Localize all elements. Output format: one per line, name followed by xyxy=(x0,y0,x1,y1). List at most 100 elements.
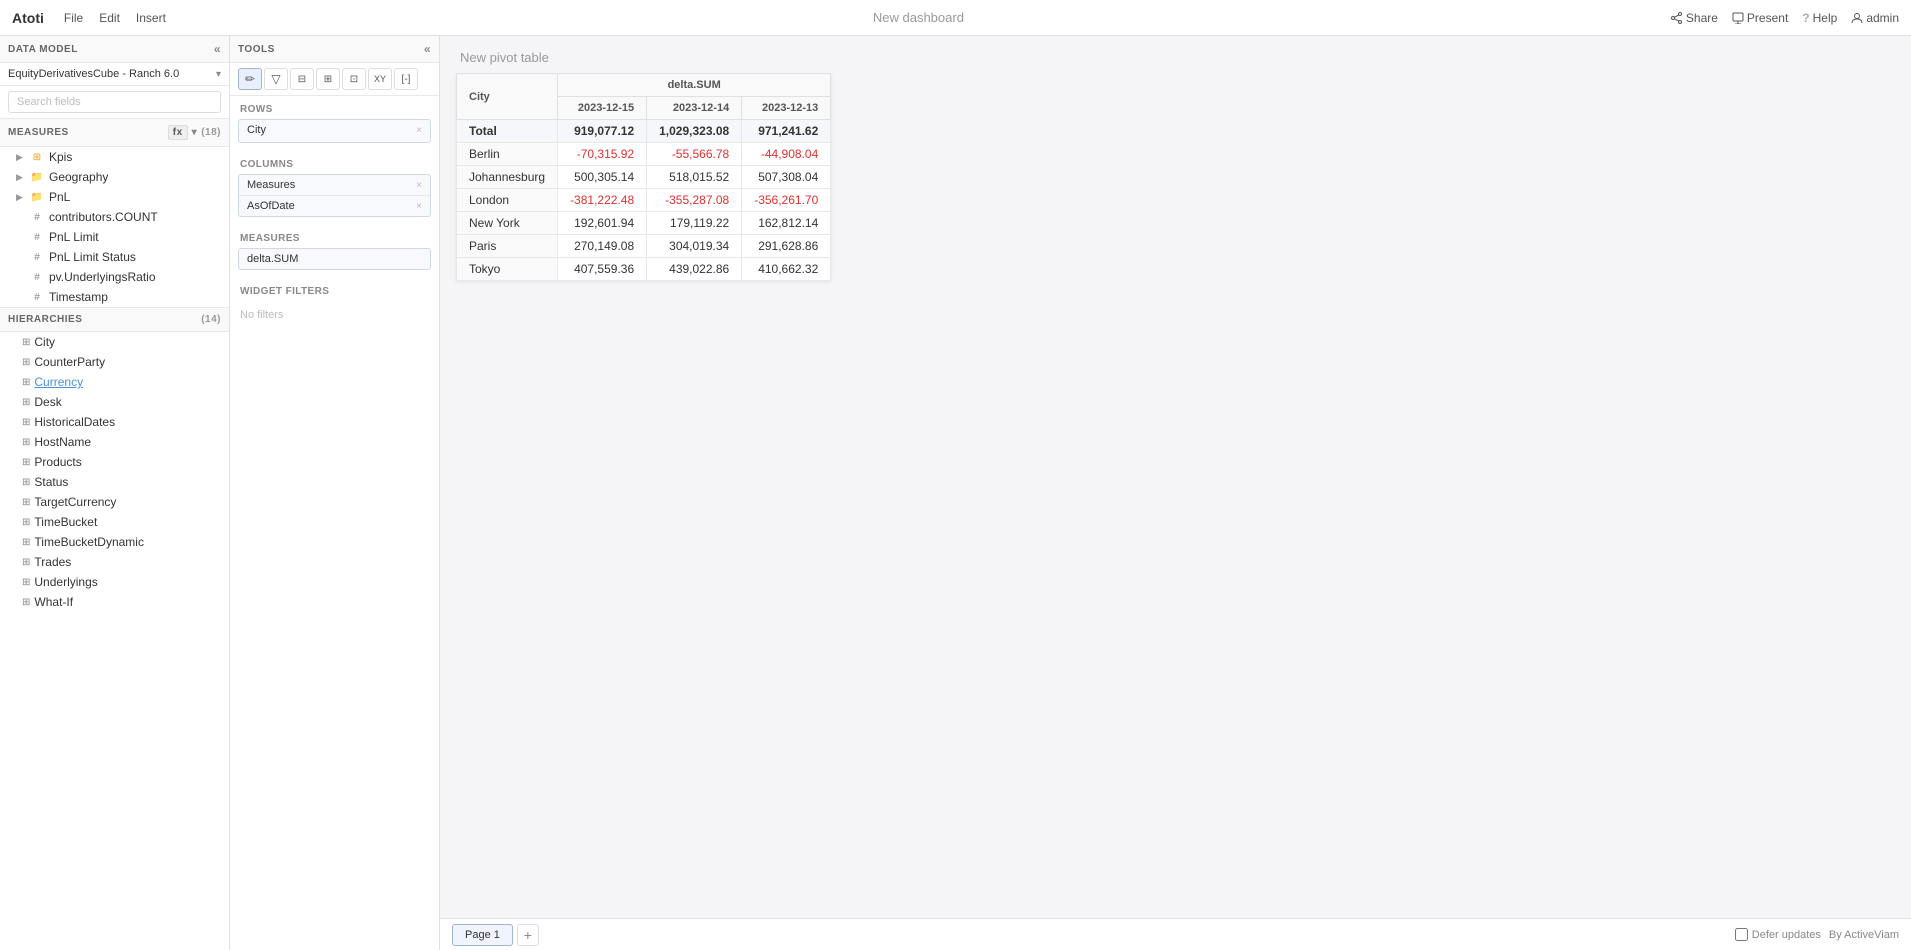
hier-item-underlyings[interactable]: ▶ ⊞ Underlyings xyxy=(0,572,229,592)
measures-chip-delta[interactable]: delta.SUM xyxy=(238,248,431,270)
tool-xy-button[interactable]: XY xyxy=(368,68,392,90)
counterparty-hier-icon: ⊞ xyxy=(22,357,30,368)
value-cell: 1,029,323.08 xyxy=(647,120,742,143)
columns-chip-asofdate[interactable]: AsOfDate × xyxy=(239,196,430,216)
no-filters-text: No filters xyxy=(240,305,429,325)
contributors-hash-icon: # xyxy=(30,212,44,223)
fx-button[interactable]: fx xyxy=(168,125,188,140)
tool-bracket-button[interactable]: [-] xyxy=(394,68,418,90)
hier-item-targetcurrency[interactable]: ▶ ⊞ TargetCurrency xyxy=(0,492,229,512)
measures-item-pnl-limit-status[interactable]: ▶ # PnL Limit Status xyxy=(0,247,229,267)
present-icon xyxy=(1732,12,1744,24)
present-button[interactable]: Present xyxy=(1732,11,1788,25)
menu-insert[interactable]: Insert xyxy=(136,11,166,25)
city-cell: Paris xyxy=(457,235,558,258)
by-activeviam: By ActiveViam xyxy=(1829,929,1899,941)
hier-item-status[interactable]: ▶ ⊞ Status xyxy=(0,472,229,492)
col-header-delta: delta.SUM xyxy=(558,74,831,97)
tool-grid-button[interactable]: ⊡ xyxy=(342,68,366,90)
kpis-arrow-icon: ▶ xyxy=(16,152,26,163)
pnl-limit-label: PnL Limit xyxy=(49,230,99,244)
pivot-title: New pivot table xyxy=(440,36,1911,73)
share-button[interactable]: Share xyxy=(1671,11,1718,25)
hier-item-hostname[interactable]: ▶ ⊞ HostName xyxy=(0,432,229,452)
measures-header-actions: fx ▾ (18) xyxy=(168,125,221,140)
hier-item-whatif[interactable]: ▶ ⊞ What-If xyxy=(0,592,229,612)
desk-hier-icon: ⊞ xyxy=(22,397,30,408)
pnl-label: PnL xyxy=(49,190,70,204)
value-cell: 407,559.36 xyxy=(558,258,647,281)
tool-pencil-button[interactable]: ✏ xyxy=(238,68,262,90)
city-cell: Total xyxy=(457,120,558,143)
timebucketdynamic-label: TimeBucketDynamic xyxy=(34,535,144,549)
hier-item-counterparty[interactable]: ▶ ⊞ CounterParty xyxy=(0,352,229,372)
measures-item-kpis[interactable]: ▶ ⊞ Kpis xyxy=(0,147,229,167)
add-page-button[interactable]: + xyxy=(517,924,539,946)
timebucketdynamic-hier-icon: ⊞ xyxy=(22,537,30,548)
menu-file[interactable]: File xyxy=(64,11,83,25)
widget-filters-label: Widget filters xyxy=(230,278,439,301)
city-cell: Tokyo xyxy=(457,258,558,281)
hier-item-products[interactable]: ▶ ⊞ Products xyxy=(0,452,229,472)
search-input[interactable] xyxy=(8,91,221,113)
columns-drop-area: Measures × AsOfDate × xyxy=(238,174,431,217)
right-panel: New pivot table City delta.SUM 2023-12-1… xyxy=(440,36,1911,950)
measures-item-pnl-limit[interactable]: ▶ # PnL Limit xyxy=(0,227,229,247)
tools-collapse-button[interactable]: « xyxy=(424,42,431,56)
measures-section: MEASURES fx ▾ (18) ▶ ⊞ Kpis ▶ 📁 Geograph… xyxy=(0,119,229,307)
hier-item-timebucket[interactable]: ▶ ⊞ TimeBucket xyxy=(0,512,229,532)
measures-item-pv-underlyings[interactable]: ▶ # pv.UnderlyingsRatio xyxy=(0,267,229,287)
measures-label: MEASURES xyxy=(8,127,69,138)
col-header-date-2: 2023-12-13 xyxy=(742,97,831,120)
columns-chip-measures[interactable]: Measures × xyxy=(239,175,430,196)
columns-asofdate-remove-icon[interactable]: × xyxy=(416,201,422,212)
measures-item-pnl[interactable]: ▶ 📁 PnL xyxy=(0,187,229,207)
defer-updates-input[interactable] xyxy=(1735,928,1748,941)
measures-item-geography[interactable]: ▶ 📁 Geography xyxy=(0,167,229,187)
pivot-table: City delta.SUM 2023-12-15 2023-12-14 202… xyxy=(456,73,831,281)
defer-updates-checkbox[interactable]: Defer updates xyxy=(1735,928,1821,941)
rows-chip-city[interactable]: City × xyxy=(239,120,430,140)
columns-measures-remove-icon[interactable]: × xyxy=(416,180,422,191)
measures-expand-icon[interactable]: ▾ xyxy=(192,127,198,138)
hier-item-currency[interactable]: ▶ ⊞ Currency xyxy=(0,372,229,392)
counterparty-label: CounterParty xyxy=(34,355,105,369)
underlyings-label: Underlyings xyxy=(34,575,97,589)
widget-filters-area: No filters xyxy=(230,301,439,329)
topbar-right: Share Present ? Help admin xyxy=(1671,11,1899,25)
share-icon xyxy=(1671,12,1683,24)
measures-item-contributors[interactable]: ▶ # contributors.COUNT xyxy=(0,207,229,227)
page-tab-1[interactable]: Page 1 xyxy=(452,924,513,946)
kpis-icon: ⊞ xyxy=(30,152,44,163)
measures-drop-label: Measures xyxy=(230,225,439,248)
cube-selector[interactable]: EquityDerivativesCube - Ranch 6.0 ▾ xyxy=(0,63,229,86)
user-menu[interactable]: admin xyxy=(1851,11,1899,25)
hier-item-city[interactable]: ▶ ⊞ City xyxy=(0,332,229,352)
rows-chip-remove-icon[interactable]: × xyxy=(416,125,422,136)
targetcurrency-label: TargetCurrency xyxy=(34,495,116,509)
data-model-collapse[interactable]: « xyxy=(214,42,221,56)
value-cell: 439,022.86 xyxy=(647,258,742,281)
page-tabs: Page 1 + xyxy=(452,924,1735,946)
historicaldates-label: HistoricalDates xyxy=(34,415,115,429)
app-logo: Atoti xyxy=(12,10,44,26)
measures-item-timestamp[interactable]: ▶ # Timestamp xyxy=(0,287,229,307)
help-button[interactable]: ? Help xyxy=(1802,11,1837,25)
hier-item-historicaldates[interactable]: ▶ ⊞ HistoricalDates xyxy=(0,412,229,432)
city-cell: Johannesburg xyxy=(457,166,558,189)
table-row: Tokyo407,559.36439,022.86410,662.32 xyxy=(457,258,831,281)
currency-hier-icon: ⊞ xyxy=(22,377,30,388)
hier-item-trades[interactable]: ▶ ⊞ Trades xyxy=(0,552,229,572)
status-hier-icon: ⊞ xyxy=(22,477,30,488)
menu-edit[interactable]: Edit xyxy=(99,11,120,25)
hostname-label: HostName xyxy=(34,435,91,449)
hierarchies-header: HIERARCHIES (14) xyxy=(0,308,229,332)
hier-item-timebucketdynamic[interactable]: ▶ ⊞ TimeBucketDynamic xyxy=(0,532,229,552)
tool-sort-button[interactable]: ⊟ xyxy=(290,68,314,90)
timestamp-hash-icon: # xyxy=(30,292,44,303)
value-cell: 162,812.14 xyxy=(742,212,831,235)
tool-filter-button[interactable]: ▽ xyxy=(264,68,288,90)
table-row: Total919,077.121,029,323.08971,241.62 xyxy=(457,120,831,143)
tool-pivot-button[interactable]: ⊞ xyxy=(316,68,340,90)
hier-item-desk[interactable]: ▶ ⊞ Desk xyxy=(0,392,229,412)
